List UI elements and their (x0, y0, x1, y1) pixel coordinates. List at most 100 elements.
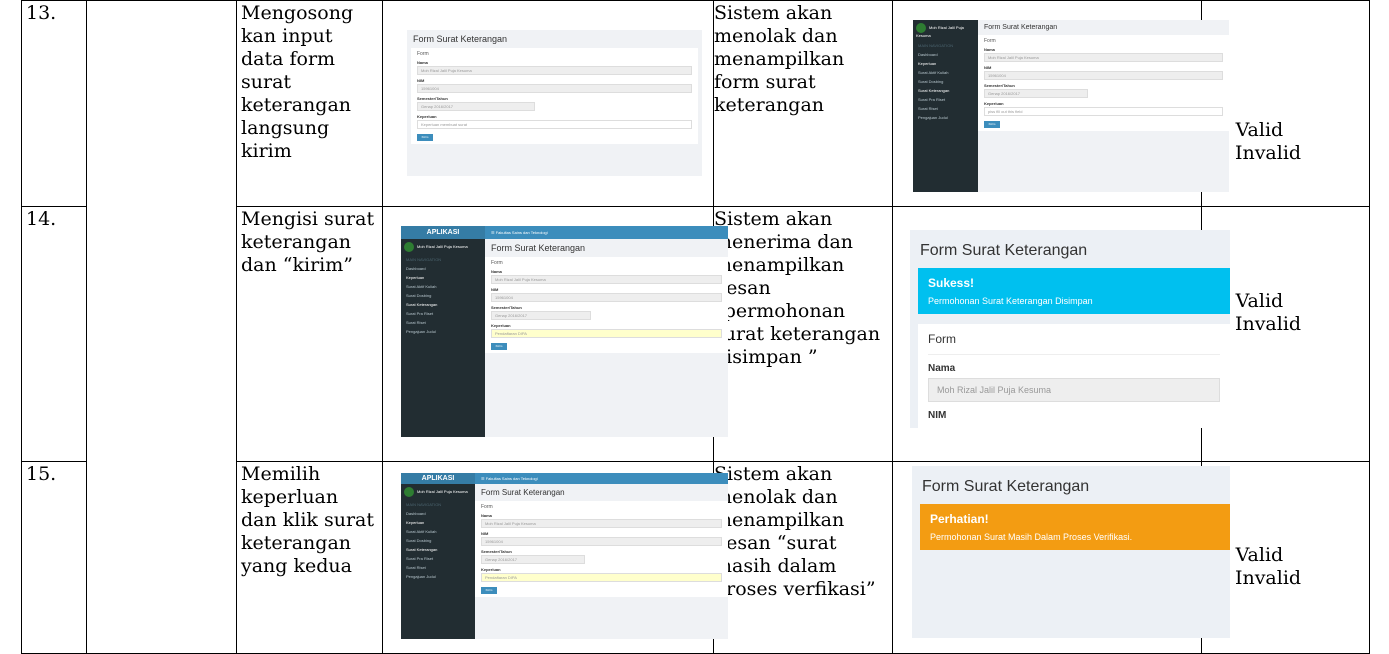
sidebar: Moh Rizal Jalil Puja Kesuma MAIN NAVIGAT… (913, 20, 978, 192)
semester-input: Genap 2016/2017 (417, 102, 535, 111)
menu-item: Surat Dosbing (918, 79, 944, 84)
semester-input: Genap 2016/2017 (984, 89, 1088, 98)
menu-item: Surat Aktif Kuliah (406, 529, 437, 534)
form-panel: Form Nama Moh Rizal Jalil Puja Kesuma NI… (978, 35, 1229, 131)
menu-item: Pengajuan Judul (918, 115, 948, 120)
kirim-button: Kirim (417, 134, 433, 141)
form-screenshot-13: Form Surat Keterangan Form Nama Moh Riza… (407, 30, 702, 176)
invalid-label: Invalid (1234, 567, 1302, 589)
menu-item: Surat Pra Riset (406, 311, 434, 316)
menu-item: Pengajuan Judul (406, 574, 436, 579)
nav-header: MAIN NAVIGATION (918, 43, 954, 48)
row-number: 15. (26, 463, 57, 485)
menu-item: Surat Keterangan (918, 88, 950, 93)
keperluan-input: Pendaftaran DIPA (491, 329, 722, 338)
keperluan-input: piss fill out this field (984, 107, 1223, 116)
app-screenshot-14: APLIKASI Moh Rizal Jalil Puja Kesuma MAI… (401, 226, 728, 437)
nim-input: 15961004 (417, 84, 692, 93)
nama-input: Moh Rizal Jalil Puja Kesuma (417, 66, 692, 75)
content-area: Form Surat Keterangan Form Nama Moh Riza… (475, 484, 728, 639)
menu-item: Surat Aktif Kuliah (406, 284, 437, 289)
content-area: Form Surat Keterangan Form Nama Moh Riza… (485, 239, 728, 437)
menu-item: Surat Keterangan (406, 547, 438, 552)
form-panel: Form Nama Moh Rizal Jalil Puja Kesuma NI… (475, 501, 728, 597)
form-title: Form Surat Keterangan (491, 243, 586, 253)
nim-label: NIM (984, 65, 992, 70)
success-alert: Sukess! Permohonan Surat Keterangan Disi… (918, 268, 1230, 314)
kirim-button: Kirim (481, 587, 497, 594)
menu-item: Dashboard (918, 52, 938, 57)
kirim-button: Kirim (984, 121, 1000, 128)
alert-message: Permohonan Surat Keterangan Disimpan (928, 296, 1093, 306)
user-name: Moh Rizal Jalil Puja Kesuma (417, 244, 468, 250)
keperluan-label: Keperluan (481, 567, 501, 572)
semester-input: Genap 2016/2017 (491, 311, 592, 320)
menu-item: Surat Pra Riset (918, 97, 946, 102)
form-label: Form (481, 504, 493, 510)
expected-cell: Sistem akan menerima dan menampilkan pes… (713, 206, 893, 462)
nama-label: Nama (491, 269, 502, 274)
nav-header: MAIN NAVIGATION (406, 502, 442, 507)
nama-label: Nama (417, 60, 428, 65)
warning-screenshot-15: Form Surat Keterangan Perhatian! Permoho… (912, 466, 1230, 638)
sidebar: APLIKASI Moh Rizal Jalil Puja Kesuma MAI… (401, 473, 475, 639)
menu-item: Surat Riset (918, 106, 938, 111)
row-number-cell: 14. (21, 206, 87, 462)
menu-item: Surat Aktif Kuliah (918, 70, 949, 75)
scenario-cell: Mengisi surat keterangan dan “kirim” (236, 206, 383, 462)
valid-label: Valid (1235, 290, 1284, 312)
expected-text: Sistem akan menerima dan menampilkan pes… (714, 208, 881, 368)
form-title: Form Surat Keterangan (984, 24, 1058, 31)
semester-label: Semester/Tahun (481, 549, 512, 554)
nama-input: Moh Rizal Jalil Puja Kesuma (481, 519, 722, 528)
menu-item: Surat Dosbing (406, 538, 432, 543)
row-number-cell: 15. (21, 461, 87, 654)
keperluan-label: Keperluan (491, 323, 511, 328)
nama-label: Nama (984, 47, 995, 52)
invalid-label: Invalid (1234, 142, 1302, 164)
nama-label: Nama (481, 513, 492, 518)
alert-title: Sukess! (928, 276, 975, 290)
nim-label: NIM (928, 410, 947, 421)
app-brand: APLIKASI (401, 473, 475, 484)
menu-item: Dashboard (406, 511, 426, 516)
scenario-text: Memilih keperluan dan klik surat keteran… (241, 463, 375, 577)
menu-item: Dashboard (406, 266, 426, 271)
form-label: Form (491, 260, 503, 266)
form-panel: Form Nama Moh Rizal Jalil Puja Kesuma NI… (918, 324, 1230, 428)
merged-empty-cell (86, 0, 237, 654)
form-with-sidebar-screenshot-13: Moh Rizal Jalil Puja Kesuma MAIN NAVIGAT… (913, 20, 1229, 192)
alert-title: Perhatian! (930, 512, 989, 526)
form-label: Form (417, 51, 429, 57)
menu-item: Surat Riset (406, 565, 426, 570)
top-bar: ☰ Fakultas Sains dan Teknologi (475, 473, 728, 484)
avatar (404, 242, 414, 252)
form-panel: Form Nama Moh Rizal Jalil Puja Kesuma NI… (485, 257, 728, 353)
expected-cell: Sistem akan menolak dan menampilkan form… (713, 0, 893, 207)
user-panel: Moh Rizal Jalil Puja Kesuma (401, 239, 485, 255)
app-screenshot-15: APLIKASI Moh Rizal Jalil Puja Kesuma MAI… (401, 473, 728, 639)
menu-item: Keperluan (406, 520, 425, 525)
top-bar: ☰ Fakultas Sains dan Teknologi (485, 226, 728, 239)
form-title: Form Surat Keterangan (413, 34, 508, 44)
menu-item: Keperluan (406, 275, 425, 280)
nim-input: 15961004 (491, 293, 722, 302)
menu-item: Pengajuan Judul (406, 329, 436, 334)
success-screenshot-14: Form Surat Keterangan Sukess! Permohonan… (910, 230, 1230, 428)
expected-text: Sistem akan menolak dan menampilkan form… (714, 2, 845, 116)
avatar (916, 23, 926, 33)
nama-input: Moh Rizal Jalil Puja Kesuma (491, 275, 722, 284)
kirim-button: Kirim (491, 343, 507, 350)
keperluan-label: Keperluan (984, 101, 1004, 106)
invalid-label: Invalid (1234, 313, 1302, 335)
nim-label: NIM (491, 287, 499, 292)
nama-label: Nama (928, 363, 956, 374)
keperluan-input: Pendaftaran DIPA (481, 573, 722, 582)
user-name: Moh Rizal Jalil Puja Kesuma (417, 489, 468, 495)
form-title: Form Surat Keterangan (481, 488, 565, 497)
keperluan-input: Keperluan membuat surat (417, 120, 692, 129)
nav-header: MAIN NAVIGATION (406, 257, 442, 262)
valid-label: Valid (1235, 119, 1284, 141)
nama-input: Moh Rizal Jalil Puja Kesuma (984, 53, 1223, 62)
scenario-text: Mengosong kan input data form surat kete… (241, 2, 354, 162)
